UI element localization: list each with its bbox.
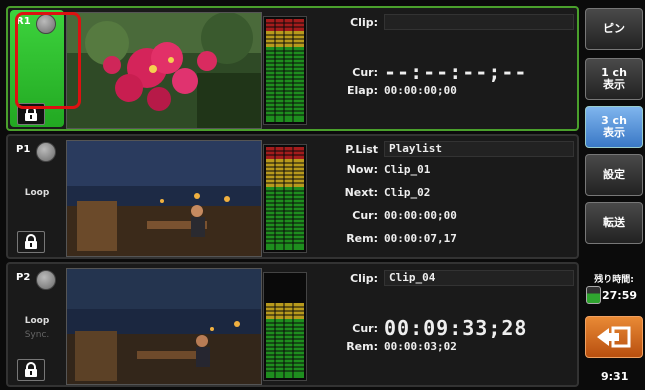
clock: 9:31 bbox=[601, 370, 629, 383]
p1-next-clip: Clip_02 bbox=[384, 186, 431, 199]
p1-mode-label: Loop bbox=[24, 188, 50, 198]
channel-p2: P2 Loop Sync. Clip: Clip_04 Cur: 00:09:3… bbox=[6, 262, 579, 387]
pin-button-label: ピン bbox=[603, 22, 625, 35]
channel-p1: P1 Loop P.List Playlist Now: Clip_01 Nex… bbox=[6, 134, 579, 259]
cur-key: Cur: bbox=[352, 209, 378, 222]
p1-label: P1 bbox=[16, 144, 31, 155]
exit-button[interactable] bbox=[585, 316, 643, 358]
transfer-button[interactable]: 転送 bbox=[585, 202, 643, 244]
cur-key: Cur: bbox=[352, 321, 378, 335]
remaining-time-value: 27:59 bbox=[602, 289, 638, 302]
p1-audio-meter bbox=[263, 144, 307, 253]
p1-status-knob[interactable] bbox=[36, 142, 56, 162]
p2-mode-label: Loop bbox=[24, 316, 50, 326]
rem-key: Rem: bbox=[346, 232, 378, 245]
p2-preview-thumbnail bbox=[66, 268, 262, 385]
r1-select-button[interactable]: R1 bbox=[10, 10, 64, 127]
3ch-display-button[interactable]: 3 ch 表示 bbox=[585, 106, 643, 148]
p2-label: P2 bbox=[16, 272, 31, 283]
clip-key: Clip: bbox=[350, 271, 378, 285]
p2-cur-timecode: 00:09:33;28 bbox=[384, 316, 528, 340]
lock-icon[interactable] bbox=[17, 231, 45, 253]
r1-clip-field[interactable] bbox=[384, 14, 574, 30]
p2-info-panel: Clip: Clip_04 Cur: 00:09:33;28 Rem: 00:0… bbox=[316, 264, 578, 385]
p1-info-panel: P.List Playlist Now: Clip_01 Next: Clip_… bbox=[316, 136, 578, 257]
settings-button[interactable]: 設定 bbox=[585, 154, 643, 196]
p2-select-button[interactable]: P2 Loop Sync. bbox=[10, 266, 64, 383]
p2-rem-timecode: 00:00:03;02 bbox=[384, 340, 457, 353]
pin-button[interactable]: ピン bbox=[585, 8, 643, 50]
channel-r1: R1 Clip: Cur: --:--:--;-- Elap: 00:00:00… bbox=[6, 6, 579, 131]
p1-cur-timecode: 00:00:00;00 bbox=[384, 209, 457, 222]
r1-cur-timecode: --:--:--;-- bbox=[384, 60, 528, 84]
next-key: Next: bbox=[344, 186, 378, 199]
1ch-display-button[interactable]: 1 ch 表示 bbox=[585, 58, 643, 100]
cur-key: Cur: bbox=[352, 65, 378, 79]
elap-key: Elap: bbox=[347, 84, 378, 97]
clip-key: Clip: bbox=[350, 15, 378, 29]
1ch-line2: 表示 bbox=[603, 78, 625, 91]
r1-preview-thumbnail bbox=[66, 12, 262, 129]
p1-now-clip: Clip_01 bbox=[384, 163, 431, 176]
r1-elap-timecode: 00:00:00;00 bbox=[384, 84, 457, 97]
settings-button-label: 設定 bbox=[603, 168, 625, 181]
battery-icon bbox=[586, 286, 601, 304]
p2-sync-label: Sync. bbox=[24, 330, 50, 340]
transfer-button-label: 転送 bbox=[603, 216, 625, 229]
remaining-time-label: 残り時間: bbox=[594, 275, 634, 285]
p1-rem-timecode: 00:00:07,17 bbox=[384, 232, 457, 245]
p2-clip-field[interactable]: Clip_04 bbox=[384, 270, 574, 286]
rem-key: Rem: bbox=[346, 340, 378, 353]
p1-playlist-field[interactable]: Playlist bbox=[384, 141, 574, 157]
r1-label: R1 bbox=[16, 16, 31, 27]
lock-icon[interactable] bbox=[17, 359, 45, 381]
r1-audio-meter bbox=[263, 16, 307, 125]
lock-icon[interactable] bbox=[17, 103, 45, 125]
exit-arrow-icon bbox=[597, 326, 631, 348]
p1-preview-thumbnail bbox=[66, 140, 262, 257]
p1-select-button[interactable]: P1 Loop bbox=[10, 138, 64, 255]
r1-status-knob[interactable] bbox=[36, 14, 56, 34]
plist-key: P.List bbox=[345, 142, 378, 156]
now-key: Now: bbox=[346, 163, 378, 176]
p2-audio-meter bbox=[263, 272, 307, 381]
r1-info-panel: Clip: Cur: --:--:--;-- Elap: 00:00:00;00 bbox=[316, 8, 578, 129]
3ch-line2: 表示 bbox=[603, 126, 625, 139]
p2-status-knob[interactable] bbox=[36, 270, 56, 290]
